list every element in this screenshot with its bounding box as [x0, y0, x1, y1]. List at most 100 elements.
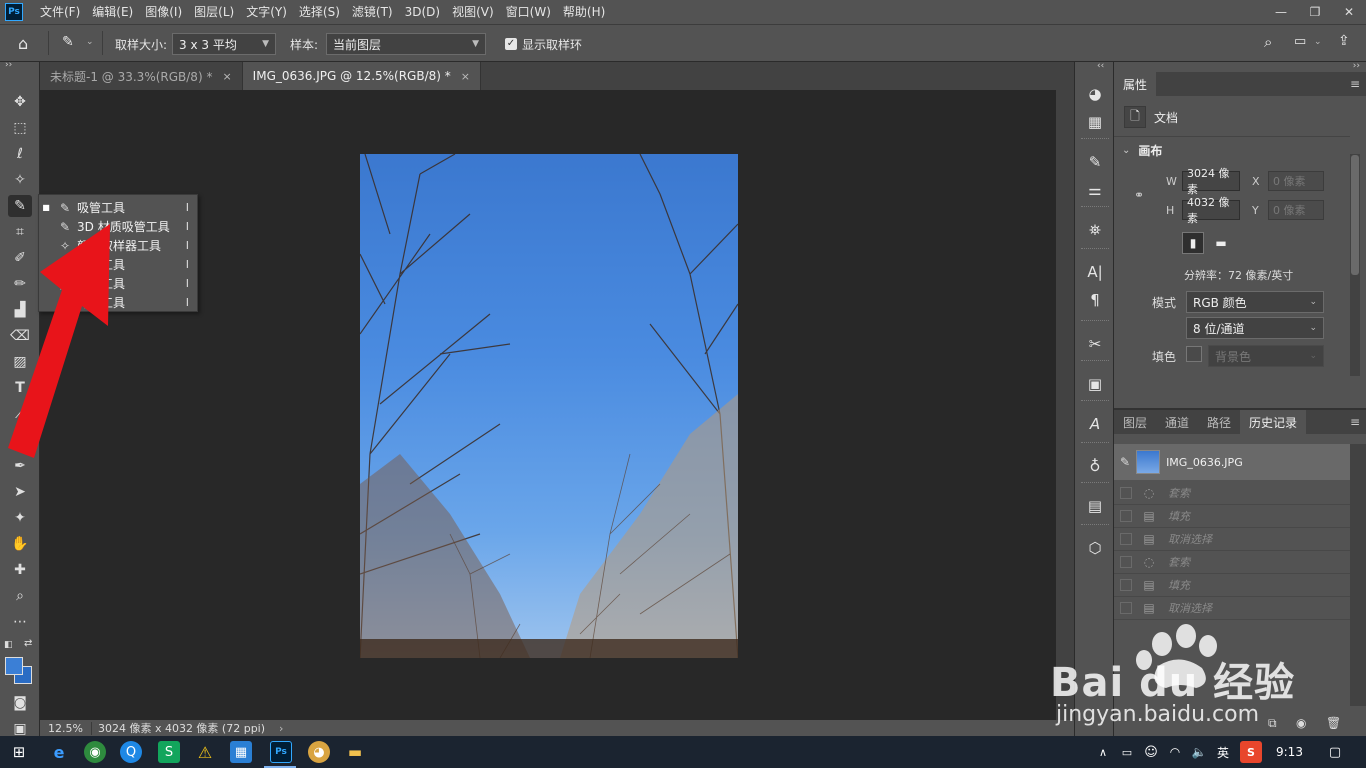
- collapse-icon[interactable]: ››: [5, 60, 12, 70]
- default-colors-icon[interactable]: ◧: [4, 640, 13, 650]
- history-step[interactable]: ◌ 套索: [1114, 551, 1350, 574]
- sample-size-select[interactable]: 3 x 3 平均 ▼: [172, 33, 276, 55]
- panel-menu-icon[interactable]: ≡: [1350, 77, 1360, 91]
- brush-settings-icon[interactable]: ✎: [1083, 150, 1107, 174]
- marquee-tool-icon[interactable]: ⬚: [8, 117, 32, 139]
- windows-start-icon[interactable]: ⊞: [8, 741, 30, 763]
- bit-depth-select[interactable]: 8 位/通道 ⌄: [1186, 317, 1324, 339]
- properties-scrollbar[interactable]: [1350, 154, 1360, 376]
- chrome-browser-icon[interactable]: ◉: [84, 741, 106, 763]
- history-step[interactable]: ▤ 填充: [1114, 574, 1350, 597]
- warning-app-icon[interactable]: ⚠: [194, 741, 216, 763]
- menu-edit[interactable]: 编辑(E): [86, 0, 139, 24]
- swap-colors-icon[interactable]: ⇄: [24, 638, 32, 649]
- minimize-button[interactable]: —: [1264, 2, 1298, 22]
- clone-source-icon[interactable]: ⛯: [1083, 218, 1107, 242]
- collapse-icon[interactable]: ‹‹: [1097, 61, 1104, 71]
- portrait-orientation-icon[interactable]: ▮: [1182, 232, 1204, 254]
- direct-selection-tool-icon[interactable]: ➤: [8, 481, 32, 503]
- image-viewer-icon[interactable]: ▦: [230, 741, 252, 763]
- height-field[interactable]: 4032 像素: [1182, 196, 1240, 225]
- menu-help[interactable]: 帮助(H): [557, 0, 611, 24]
- menu-select[interactable]: 选择(S): [293, 0, 346, 24]
- fill-select[interactable]: 背景色 ⌄: [1208, 345, 1324, 367]
- quick-mask-icon[interactable]: ◙: [8, 692, 32, 714]
- sogou-ime-icon[interactable]: S: [1240, 741, 1262, 763]
- ie-browser-icon[interactable]: e: [48, 741, 70, 763]
- foreground-color-swatch[interactable]: [5, 657, 23, 675]
- menu-view[interactable]: 视图(V): [446, 0, 500, 24]
- magic-wand-tool-icon[interactable]: ✧: [8, 169, 32, 191]
- qq-tray-icon[interactable]: ☺: [1140, 741, 1162, 763]
- close-icon[interactable]: ×: [222, 70, 231, 83]
- sample-select[interactable]: 当前图层 ▼: [326, 33, 486, 55]
- y-field[interactable]: 0 像素: [1268, 200, 1324, 220]
- character-icon[interactable]: A|: [1083, 260, 1107, 284]
- zoom-readout[interactable]: 12.5%: [40, 721, 92, 735]
- document-image[interactable]: [360, 154, 738, 658]
- tab-untitled[interactable]: 未标题-1 @ 33.3%(RGB/8) * ×: [40, 62, 243, 90]
- color-palette-icon[interactable]: ◕: [1083, 82, 1107, 106]
- shape-tool-icon[interactable]: ✦: [8, 507, 32, 529]
- show-ring-checkbox[interactable]: ✓: [505, 38, 517, 50]
- share-icon[interactable]: ⇪: [1338, 33, 1350, 49]
- ps-logo[interactable]: Ps: [5, 3, 23, 21]
- qq-browser-icon[interactable]: Q: [120, 741, 142, 763]
- 3d-cube-icon[interactable]: ⬡: [1083, 536, 1107, 560]
- clock[interactable]: 9:13: [1276, 745, 1303, 759]
- media-app-icon[interactable]: ◕: [308, 741, 330, 763]
- volume-icon[interactable]: 🔈: [1188, 741, 1210, 763]
- eyedropper-preset-icon[interactable]: ✎: [62, 34, 74, 50]
- close-icon[interactable]: ×: [461, 70, 470, 83]
- notification-icon[interactable]: ▢: [1324, 741, 1346, 763]
- menu-layer[interactable]: 图层(L): [188, 0, 240, 24]
- link-icon[interactable]: ⚭: [1134, 188, 1144, 202]
- history-snapshot[interactable]: ✎ IMG_0636.JPG: [1114, 444, 1350, 480]
- glyphs-icon[interactable]: A: [1083, 412, 1107, 436]
- swatches-grid-icon[interactable]: ▦: [1083, 110, 1107, 134]
- adjustments-icon[interactable]: ⚌: [1083, 178, 1107, 202]
- menu-window[interactable]: 窗口(W): [500, 0, 557, 24]
- collapse-icon[interactable]: ››: [1353, 61, 1360, 71]
- menu-filter[interactable]: 滤镜(T): [346, 0, 399, 24]
- chevron-up-icon[interactable]: ∧: [1092, 741, 1114, 763]
- tab-properties[interactable]: 属性: [1114, 72, 1157, 96]
- close-button[interactable]: ✕: [1332, 2, 1366, 22]
- menu-file[interactable]: 文件(F): [34, 0, 86, 24]
- lasso-tool-icon[interactable]: ℓ: [8, 143, 32, 165]
- fill-color-swatch[interactable]: [1186, 346, 1202, 362]
- tab-img-0636[interactable]: IMG_0636.JPG @ 12.5%(RGB/8) * ×: [242, 62, 481, 90]
- file-explorer-icon[interactable]: ▬: [344, 741, 366, 763]
- canvas-section-header[interactable]: ⌄ 画布: [1122, 142, 1162, 159]
- ime-indicator[interactable]: 英: [1212, 741, 1234, 763]
- home-icon[interactable]: ⌂: [18, 34, 28, 53]
- tab-history[interactable]: 历史记录: [1240, 410, 1307, 434]
- chevron-right-icon[interactable]: ›: [279, 722, 283, 735]
- tab-paths[interactable]: 路径: [1198, 410, 1240, 434]
- x-field[interactable]: 0 像素: [1268, 171, 1324, 191]
- photoshop-taskbar-icon[interactable]: Ps: [270, 741, 292, 763]
- history-brush-icon[interactable]: ✎: [1120, 455, 1130, 469]
- landscape-orientation-icon[interactable]: ▬: [1210, 232, 1232, 254]
- workspace-icon[interactable]: ▭: [1294, 34, 1306, 49]
- width-field[interactable]: 3024 像素: [1182, 167, 1240, 196]
- restore-button[interactable]: ❐: [1298, 2, 1332, 22]
- history-step[interactable]: ◌ 套索: [1114, 482, 1350, 505]
- search-icon[interactable]: ⌕: [1264, 33, 1272, 51]
- history-step[interactable]: ▤ 取消选择: [1114, 597, 1350, 620]
- paragraph-icon[interactable]: ¶: [1083, 288, 1107, 312]
- panel-menu-icon[interactable]: ≡: [1350, 415, 1360, 429]
- menu-3d[interactable]: 3D(D): [399, 0, 446, 24]
- history-step[interactable]: ▤ 填充: [1114, 505, 1350, 528]
- wps-sheet-icon[interactable]: S: [158, 741, 180, 763]
- menu-image[interactable]: 图像(I): [139, 0, 188, 24]
- gradients-icon[interactable]: ▤: [1083, 494, 1107, 518]
- hand-tool-icon[interactable]: ✋: [8, 533, 32, 555]
- rotate-view-tool-icon[interactable]: ✚: [8, 559, 32, 581]
- tab-layers[interactable]: 图层: [1114, 410, 1156, 434]
- chevron-down-icon[interactable]: ⌄: [86, 37, 94, 47]
- learn-icon[interactable]: ♁: [1083, 454, 1107, 478]
- wifi-icon[interactable]: ◠: [1164, 741, 1186, 763]
- zoom-tool-icon[interactable]: ⌕: [8, 585, 32, 607]
- tools-icon[interactable]: ✂: [1083, 332, 1107, 356]
